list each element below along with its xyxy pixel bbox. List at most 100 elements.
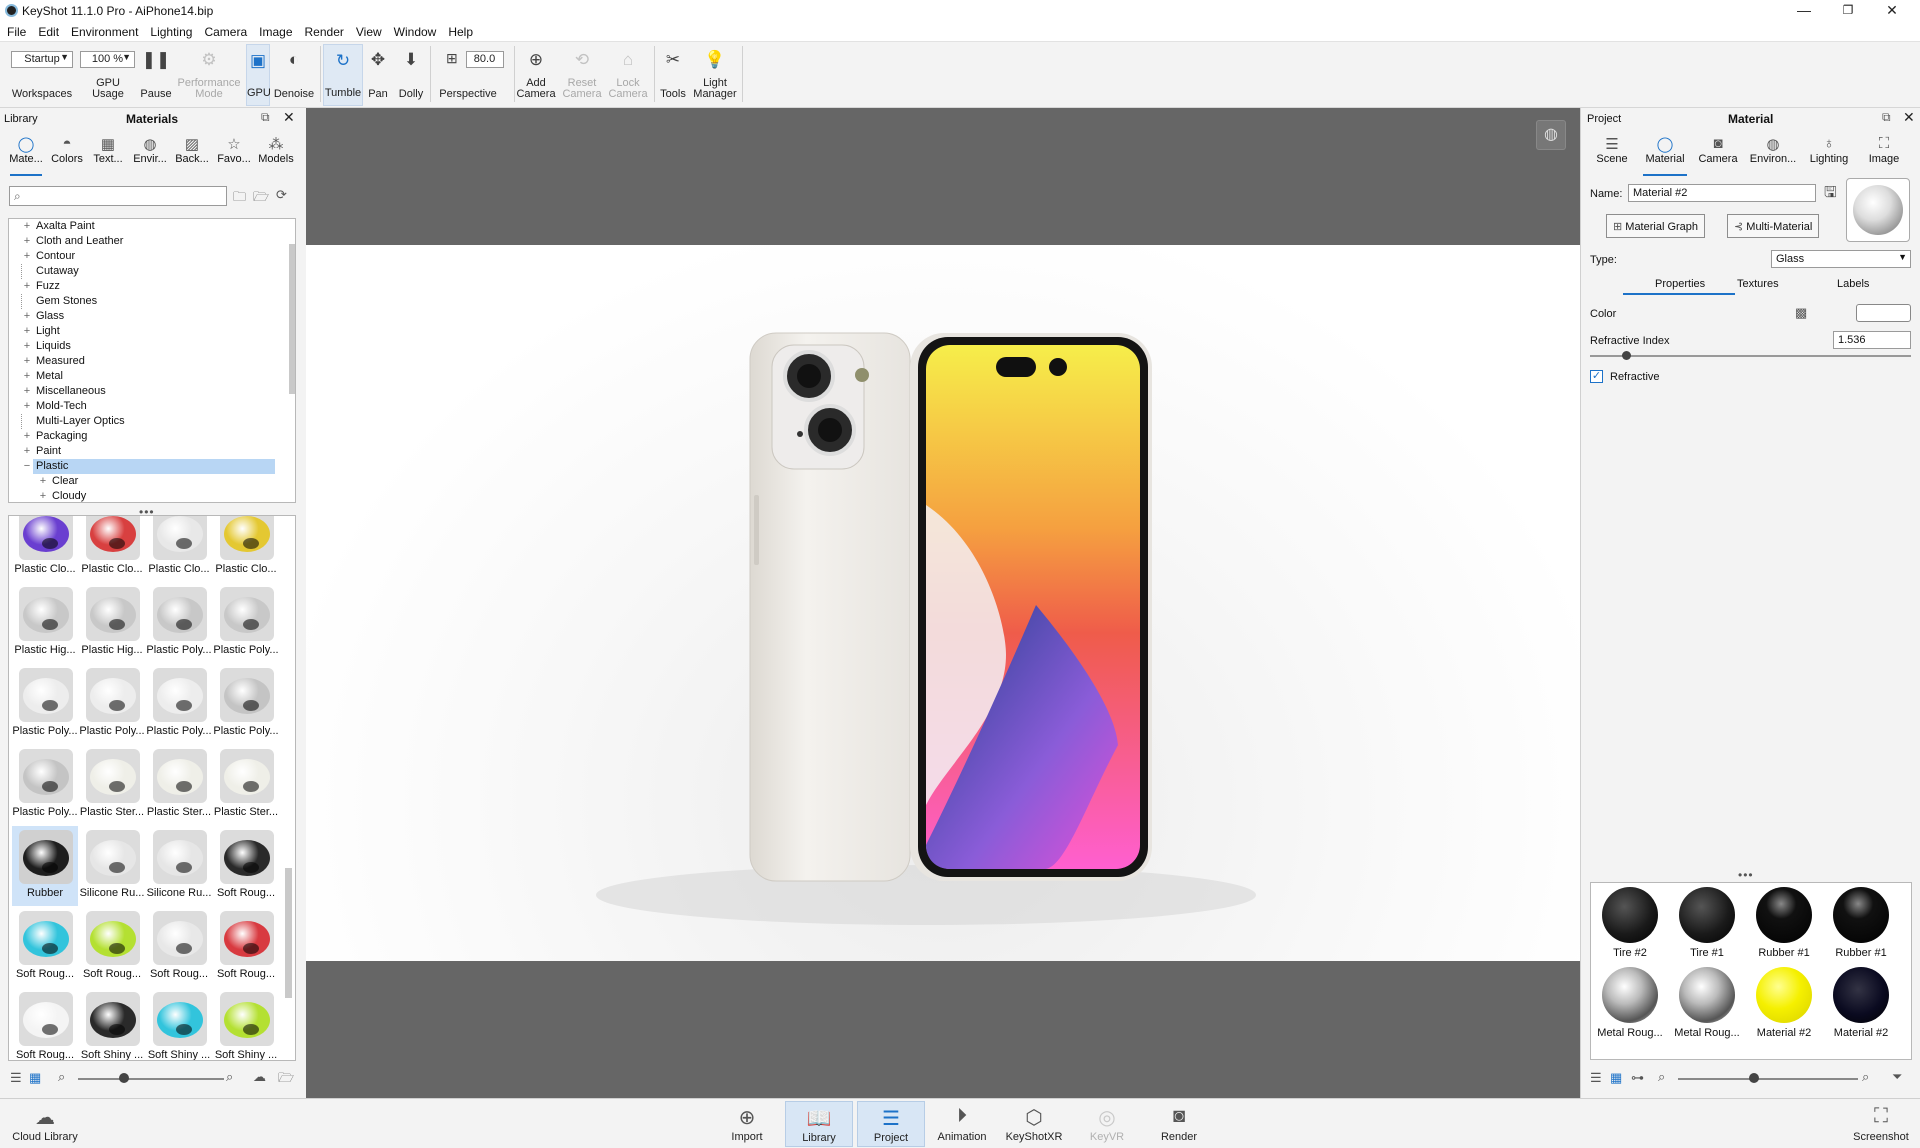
- material-thumbnail[interactable]: Soft Shiny ...: [146, 988, 212, 1060]
- expand-toggle-icon[interactable]: +: [21, 429, 33, 444]
- close-panel-icon[interactable]: ✕: [283, 109, 295, 126]
- tab-favorites[interactable]: ☆ Favo...: [214, 132, 254, 176]
- tree-item[interactable]: + Mold-Tech: [21, 399, 90, 414]
- menu-lighting[interactable]: Lighting: [143, 22, 197, 39]
- grid-scrollbar[interactable]: [285, 868, 292, 998]
- material-thumbnail[interactable]: Plastic Clo...: [213, 516, 279, 582]
- project-material-thumbnail[interactable]: Tire #1: [1668, 883, 1746, 963]
- material-thumbnail[interactable]: Soft Shiny ...: [79, 988, 145, 1060]
- material-thumbnail[interactable]: Soft Roug...: [12, 988, 78, 1060]
- tree-item[interactable]: Multi-Layer Optics: [21, 414, 128, 429]
- expand-toggle-icon[interactable]: +: [21, 339, 33, 354]
- performance-mode-button[interactable]: ⚙ Performance Mode: [176, 44, 242, 106]
- tab-environments[interactable]: ◍ Envir...: [130, 132, 170, 176]
- material-thumbnail[interactable]: Soft Roug...: [146, 907, 212, 987]
- material-thumbnail[interactable]: Soft Roug...: [79, 907, 145, 987]
- folder-add-icon[interactable]: 🗁: [253, 188, 269, 210]
- material-thumbnail[interactable]: Plastic Poly...: [213, 583, 279, 663]
- thumbnail-size-slider-handle[interactable]: [1749, 1073, 1759, 1083]
- material-thumbnail[interactable]: Plastic Hig...: [79, 583, 145, 663]
- zoom-out-icon[interactable]: ⌕: [58, 1069, 65, 1091]
- subtab-textures[interactable]: Textures: [1737, 278, 1779, 290]
- tree-item[interactable]: + Cloudy: [37, 489, 89, 502]
- expand-toggle-icon[interactable]: +: [21, 324, 33, 339]
- material-graph-button[interactable]: ⊞ Material Graph: [1606, 214, 1706, 238]
- tab-materials[interactable]: ◯ Mate...: [6, 132, 46, 176]
- expand-toggle-icon[interactable]: +: [21, 309, 33, 324]
- tree-item[interactable]: + Paint: [21, 444, 64, 459]
- tab-image[interactable]: ⛶ Image: [1857, 132, 1911, 176]
- light-manager-button[interactable]: 💡 Light Manager: [692, 44, 738, 106]
- tab-textures[interactable]: ▦ Text...: [88, 132, 128, 176]
- menu-file[interactable]: File: [0, 22, 31, 39]
- tree-item[interactable]: Cutaway: [21, 264, 82, 279]
- thumbnail-size-slider[interactable]: [1678, 1078, 1858, 1080]
- tree-item[interactable]: + Liquids: [21, 339, 74, 354]
- tab-scene[interactable]: ☰ Scene: [1587, 132, 1637, 176]
- material-thumbnail[interactable]: Plastic Poly...: [146, 664, 212, 744]
- expand-toggle-icon[interactable]: +: [21, 399, 33, 414]
- expand-toggle-icon[interactable]: −: [21, 459, 33, 474]
- tab-backplates[interactable]: ▨ Back...: [172, 132, 212, 176]
- menu-environment[interactable]: Environment: [64, 22, 143, 39]
- render-viewport[interactable]: ◍: [306, 108, 1580, 1098]
- material-thumbnail[interactable]: Plastic Poly...: [12, 664, 78, 744]
- grid-view-icon[interactable]: ▦: [29, 1070, 41, 1092]
- workspaces-tool[interactable]: Startup ▼ Workspaces: [4, 44, 80, 106]
- expand-toggle-icon[interactable]: +: [21, 369, 33, 384]
- material-thumbnail[interactable]: Plastic Ster...: [146, 745, 212, 825]
- add-camera-button[interactable]: ⊕ Add Camera: [516, 44, 556, 106]
- tree-item[interactable]: + Fuzz: [21, 279, 63, 294]
- menu-window[interactable]: Window: [387, 22, 442, 39]
- material-thumbnail[interactable]: Plastic Poly...: [79, 664, 145, 744]
- project-material-thumbnail[interactable]: Metal Roug...: [1668, 963, 1746, 1043]
- tree-item[interactable]: − Plastic: [21, 459, 275, 474]
- library-search-input[interactable]: ⌕: [9, 186, 227, 206]
- menu-render[interactable]: Render: [298, 22, 349, 39]
- material-thumbnail[interactable]: Soft Roug...: [213, 907, 279, 987]
- tab-colors[interactable]: ◓ Colors: [48, 132, 86, 176]
- material-thumbnail[interactable]: Plastic Poly...: [146, 583, 212, 663]
- expand-toggle-icon[interactable]: +: [37, 489, 49, 502]
- tab-material[interactable]: ◯ Material: [1639, 132, 1691, 176]
- material-name-input[interactable]: Material #2: [1628, 184, 1816, 202]
- dolly-button[interactable]: ⬇ Dolly: [393, 44, 429, 106]
- upload-cloud-icon[interactable]: ☁: [253, 1069, 266, 1091]
- folder-icon[interactable]: 🗀: [233, 188, 246, 210]
- render-button[interactable]: ◙ Render: [1156, 1101, 1202, 1147]
- expand-toggle-icon[interactable]: +: [21, 279, 33, 294]
- cloud-library-button[interactable]: ☁ Cloud Library: [10, 1101, 80, 1147]
- texture-map-icon[interactable]: ▩: [1795, 305, 1807, 321]
- tumble-button[interactable]: ↻ Tumble: [323, 44, 363, 106]
- multi-material-button[interactable]: ⊰ Multi-Material: [1727, 214, 1820, 238]
- color-swatch[interactable]: [1856, 304, 1911, 322]
- animation-button[interactable]: ⏵ Animation: [934, 1101, 990, 1147]
- workspace-select[interactable]: Startup ▼: [11, 51, 73, 68]
- library-button[interactable]: 📖 Library: [785, 1101, 853, 1147]
- keyshotxr-button[interactable]: ⬡ KeyShotXR: [1004, 1101, 1064, 1147]
- expand-toggle-icon[interactable]: +: [21, 444, 33, 459]
- material-thumbnail[interactable]: Soft Roug...: [213, 826, 279, 906]
- expand-toggle-icon[interactable]: +: [21, 219, 33, 234]
- tools-button[interactable]: ✂ Tools: [656, 44, 690, 106]
- menu-help[interactable]: Help: [441, 22, 478, 39]
- close-panel-icon[interactable]: ✕: [1903, 109, 1915, 126]
- material-thumbnail[interactable]: Plastic Ster...: [213, 745, 279, 825]
- menu-edit[interactable]: Edit: [31, 22, 64, 39]
- perspective-tool[interactable]: ⊞ 80.0 Perspective: [432, 44, 504, 106]
- material-preview[interactable]: [1846, 178, 1910, 242]
- material-thumbnail[interactable]: Soft Roug...: [12, 907, 78, 987]
- project-material-thumbnail[interactable]: Rubber #1: [1745, 883, 1823, 963]
- expand-toggle-icon[interactable]: +: [21, 249, 33, 264]
- tree-item[interactable]: + Axalta Paint: [21, 219, 98, 234]
- project-material-thumbnail[interactable]: Tire #2: [1591, 883, 1669, 963]
- zoom-in-icon[interactable]: ⌕: [1862, 1069, 1869, 1091]
- zoom-select[interactable]: 100 % ▼: [80, 51, 135, 68]
- menu-image[interactable]: Image: [252, 22, 297, 39]
- expand-toggle-icon[interactable]: +: [21, 354, 33, 369]
- material-thumbnail[interactable]: Plastic Clo...: [12, 516, 78, 582]
- grid-view-icon[interactable]: ▦: [1610, 1070, 1622, 1092]
- project-material-thumbnail[interactable]: Material #2: [1822, 963, 1900, 1043]
- material-thumbnail[interactable]: Plastic Clo...: [146, 516, 212, 582]
- material-thumbnail[interactable]: Plastic Ster...: [79, 745, 145, 825]
